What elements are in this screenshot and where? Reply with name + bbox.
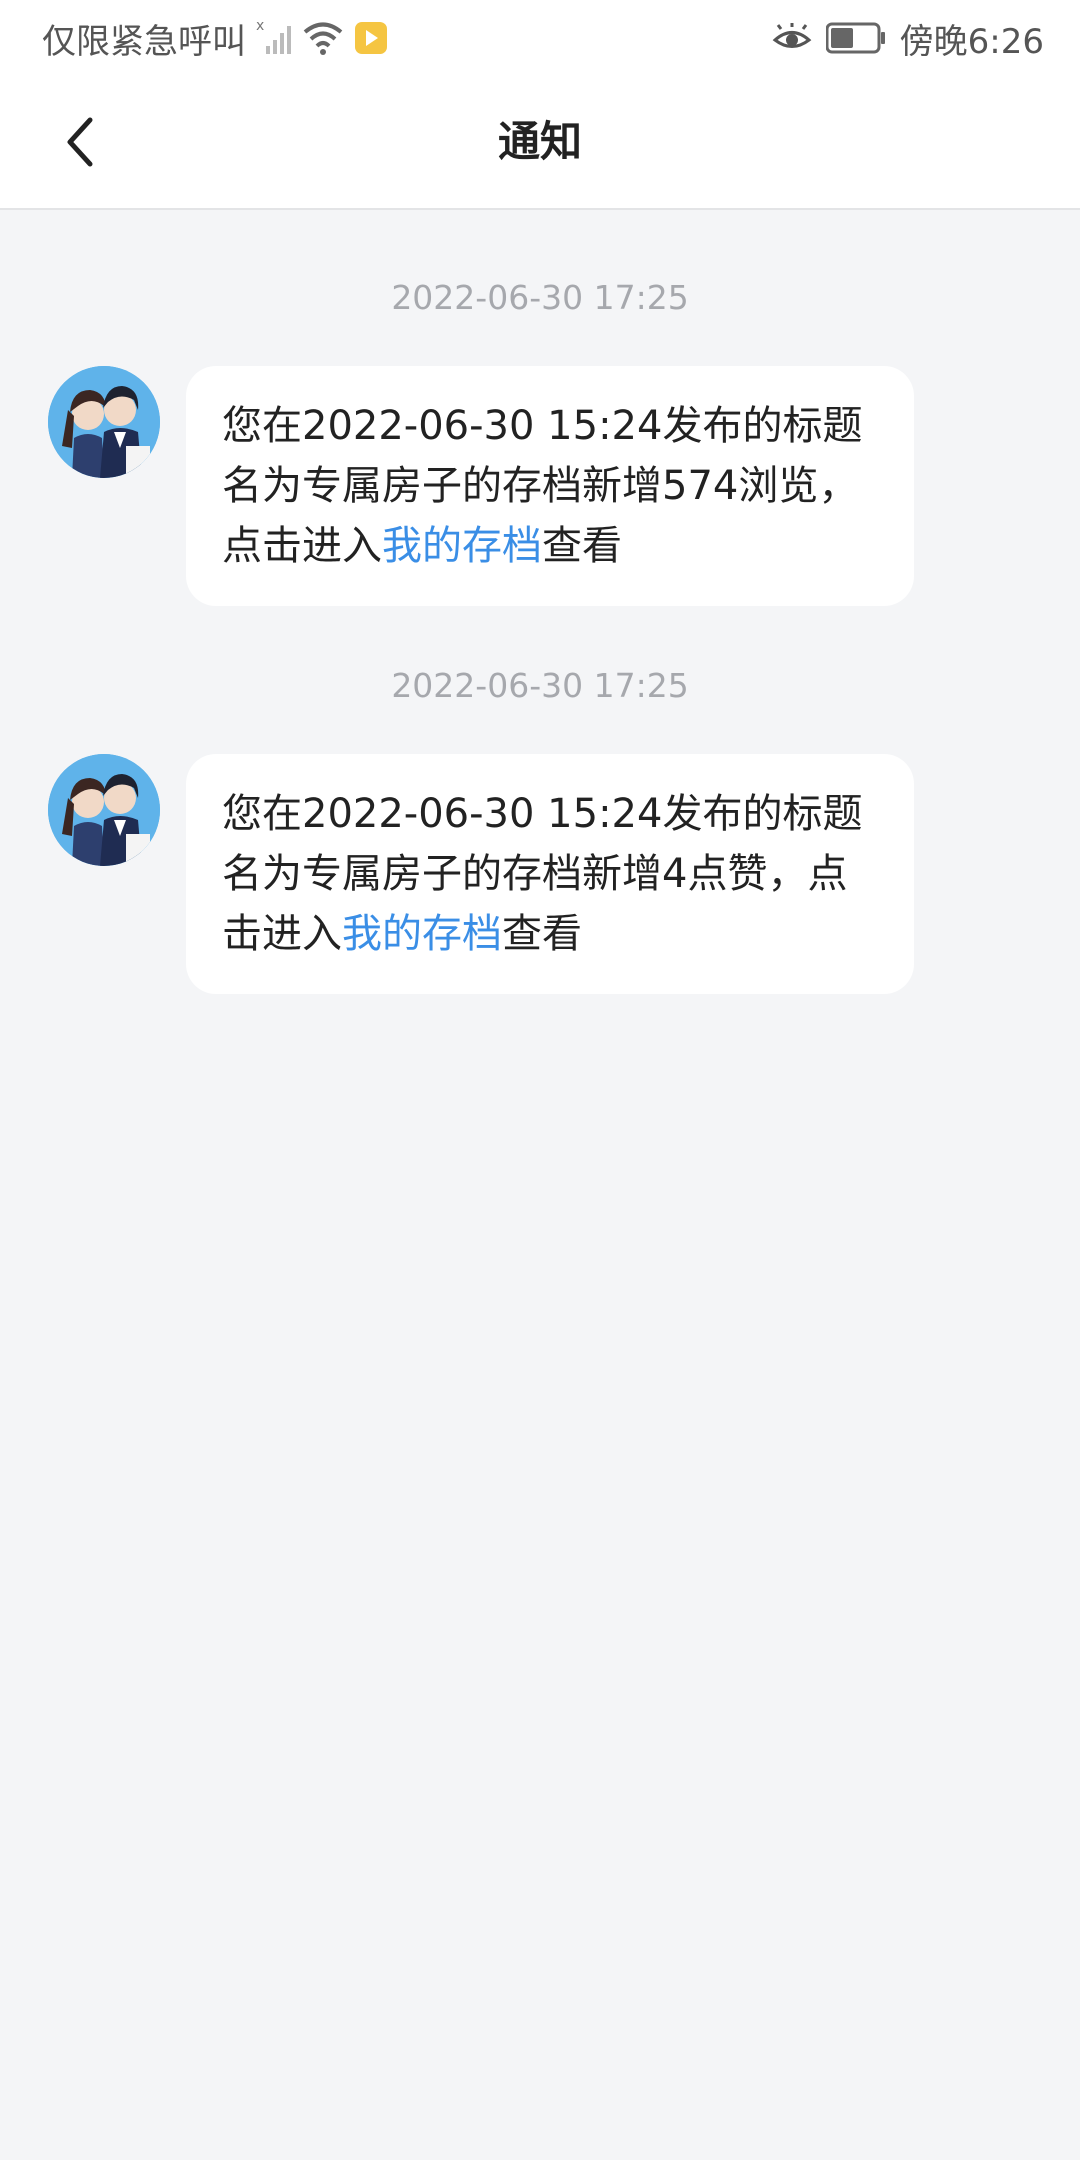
avatar — [48, 754, 160, 866]
wifi-icon — [302, 20, 344, 56]
my-archive-link[interactable]: 我的存档 — [342, 911, 502, 957]
notification-row: 您在2022-06-30 15:24发布的标题名为专属房子的存档新增4点赞，点击… — [0, 754, 1080, 994]
notification-text-suffix: 查看 — [502, 911, 582, 957]
my-archive-link[interactable]: 我的存档 — [382, 523, 542, 569]
notification-item: 2022-06-30 17:25 您在2022-06-30 15:24发布的标题… — [0, 598, 1080, 994]
status-bar-right: 傍晚6:26 — [772, 14, 1044, 62]
carrier-text: 仅限紧急呼叫 — [42, 21, 246, 62]
chevron-left-icon — [67, 117, 93, 167]
notification-bubble[interactable]: 您在2022-06-30 15:24发布的标题名为专属房子的存档新增574浏览，… — [186, 366, 914, 606]
battery-icon — [825, 22, 886, 54]
notification-timestamp: 2022-06-30 17:25 — [391, 666, 689, 705]
eye-comfort-icon — [772, 23, 812, 53]
notification-timestamp: 2022-06-30 17:25 — [391, 278, 689, 317]
svg-text:x: x — [256, 18, 264, 34]
video-app-icon — [354, 21, 388, 55]
notification-item: 2022-06-30 17:25 您在2022-06-30 15:24发布的标题… — [0, 210, 1080, 606]
status-bar-left: 仅限紧急呼叫 x — [42, 14, 388, 62]
notification-text-suffix: 查看 — [542, 523, 622, 569]
app-header: 通知 — [0, 76, 1080, 210]
clock-text: 傍晚6:26 — [899, 21, 1044, 62]
notification-bubble[interactable]: 您在2022-06-30 15:24发布的标题名为专属房子的存档新增4点赞，点击… — [186, 754, 914, 994]
avatar — [48, 366, 160, 478]
status-bar: 仅限紧急呼叫 x 傍晚6:26 — [0, 0, 1080, 76]
notification-row: 您在2022-06-30 15:24发布的标题名为专属房子的存档新增574浏览，… — [0, 366, 1080, 606]
page-title: 通知 — [497, 117, 582, 166]
no-signal-icon: x — [256, 18, 292, 58]
notification-list: 2022-06-30 17:25 您在2022-06-30 15:24发布的标题… — [0, 210, 1080, 994]
back-button[interactable] — [46, 108, 114, 176]
